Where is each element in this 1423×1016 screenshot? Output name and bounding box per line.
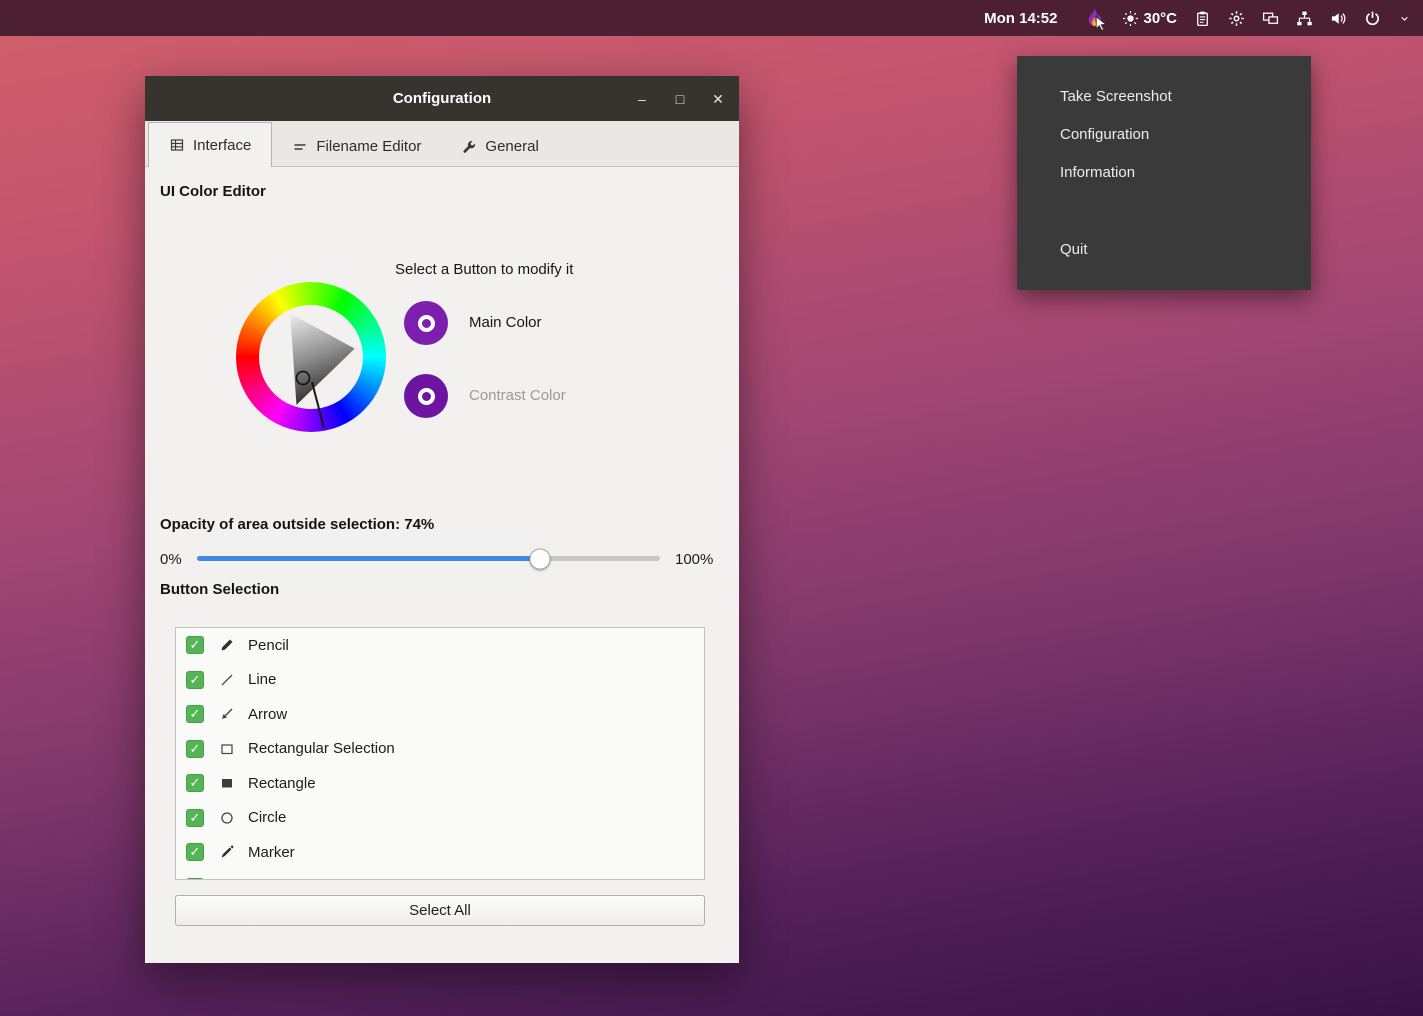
tool-row[interactable]: ✓ Pencil <box>176 628 704 663</box>
tab-filename-editor[interactable]: Filename Editor <box>272 127 441 166</box>
main-color-label: Main Color <box>469 314 542 331</box>
ring-icon <box>418 388 435 405</box>
tool-row[interactable]: ✓ <box>176 870 704 881</box>
tab-label: General <box>485 138 538 155</box>
top-panel: Mon 14:52 30°C <box>0 0 1423 36</box>
opacity-slider-handle[interactable] <box>529 548 550 569</box>
menu-item[interactable]: Take Screenshot <box>1017 78 1311 116</box>
menu-item[interactable]: Configuration <box>1017 116 1311 154</box>
tool-label: Arrow <box>248 706 287 723</box>
tool-row[interactable]: ✓ Rectangular Selection <box>176 732 704 767</box>
tool-row[interactable]: ✓ Circle <box>176 801 704 836</box>
tab-bar: Interface Filename Editor General <box>145 121 739 167</box>
opacity-slider-fill <box>197 556 540 561</box>
marker-icon <box>219 844 235 860</box>
contrast-color-button[interactable] <box>404 374 448 418</box>
window-controls: – □ ✕ <box>635 76 725 121</box>
wrench-icon <box>461 139 477 155</box>
color-wheel[interactable] <box>236 282 386 432</box>
tray-menu-items: Take ScreenshotConfigurationInformation <box>1017 78 1311 192</box>
rect-selection-icon <box>219 741 235 757</box>
tool-label: Line <box>248 671 276 688</box>
menu-item[interactable]: Information <box>1017 154 1311 192</box>
main-color-button[interactable] <box>404 301 448 345</box>
ui-color-editor-title: UI Color Editor <box>160 183 266 200</box>
tab-label: Filename Editor <box>316 138 421 155</box>
select-all-button[interactable]: Select All <box>175 895 705 926</box>
menu-item-quit[interactable]: Quit <box>1017 231 1311 269</box>
opacity-label: Opacity of area outside selection: 74% <box>160 516 434 533</box>
weather-indicator[interactable]: 30°C <box>1122 10 1177 27</box>
close-button[interactable]: ✕ <box>711 92 725 106</box>
circle-icon <box>219 810 235 826</box>
temperature-label: 30°C <box>1143 10 1177 27</box>
speaker-icon[interactable] <box>1330 10 1347 27</box>
tool-checkbox[interactable]: ✓ <box>186 740 204 758</box>
rectangle-icon <box>219 775 235 791</box>
minimize-button[interactable]: – <box>635 92 649 106</box>
ring-icon <box>418 315 435 332</box>
tray-menu: Take ScreenshotConfigurationInformation … <box>1017 56 1311 290</box>
tool-checkbox[interactable]: ✓ <box>186 636 204 654</box>
configuration-window: Configuration – □ ✕ Interface Filename E… <box>145 76 739 963</box>
tool-label: Rectangular Selection <box>248 740 395 757</box>
desktop: Mon 14:52 30°C Take ScreenshotConfigurat… <box>0 0 1423 1016</box>
slider-max-label: 100% <box>675 551 713 568</box>
lines-icon <box>292 139 308 155</box>
tool-checkbox[interactable]: ✓ <box>186 843 204 861</box>
tool-checkbox[interactable]: ✓ <box>186 671 204 689</box>
gear-icon[interactable] <box>1228 10 1245 27</box>
tool-list: ✓ Pencil ✓ Line ✓ Arrow ✓ Rectangular Selection… <box>175 627 705 880</box>
clock[interactable]: Mon 14:52 <box>984 10 1057 27</box>
tool-row[interactable]: ✓ Rectangle <box>176 766 704 801</box>
wheel-selector-overlay <box>236 282 386 432</box>
modify-hint: Select a Button to modify it <box>395 261 573 278</box>
tool-checkbox[interactable]: ✓ <box>186 809 204 827</box>
display-icon[interactable] <box>1262 10 1279 27</box>
tool-label: Circle <box>248 809 286 826</box>
tab-general[interactable]: General <box>441 127 558 166</box>
button-selection-title: Button Selection <box>160 581 279 598</box>
pencil-icon <box>219 637 235 653</box>
grid-icon <box>169 137 185 153</box>
tool-checkbox[interactable]: ✓ <box>186 878 204 880</box>
tool-row[interactable]: ✓ Line <box>176 663 704 698</box>
panel-tray: Mon 14:52 30°C <box>984 7 1423 30</box>
chevron-down-icon[interactable] <box>1398 12 1411 25</box>
tab-label: Interface <box>193 137 251 154</box>
tool-label: Rectangle <box>248 775 316 792</box>
tool-icon <box>219 879 235 880</box>
network-icon[interactable] <box>1296 10 1313 27</box>
tab-interface[interactable]: Interface <box>148 122 272 167</box>
contrast-color-label: Contrast Color <box>469 387 566 404</box>
tool-checkbox[interactable]: ✓ <box>186 774 204 792</box>
clipboard-icon[interactable] <box>1194 10 1211 27</box>
line-icon <box>219 672 235 688</box>
maximize-button[interactable]: □ <box>673 92 687 106</box>
interface-tab-content: UI Color Editor Select a Button to modif… <box>145 167 739 963</box>
titlebar[interactable]: Configuration – □ ✕ <box>145 76 739 121</box>
tool-row[interactable]: ✓ Marker <box>176 835 704 870</box>
sun-icon <box>1122 10 1139 27</box>
tool-label: Pencil <box>248 637 289 654</box>
tool-label: Marker <box>248 844 295 861</box>
flameshot-tray-button[interactable] <box>1082 7 1105 30</box>
arrow-icon <box>219 706 235 722</box>
opacity-slider[interactable] <box>197 556 660 561</box>
slider-min-label: 0% <box>160 551 182 568</box>
power-icon[interactable] <box>1364 10 1381 27</box>
tool-checkbox[interactable]: ✓ <box>186 705 204 723</box>
tool-row[interactable]: ✓ Arrow <box>176 697 704 732</box>
mouse-cursor-icon <box>1093 15 1110 32</box>
